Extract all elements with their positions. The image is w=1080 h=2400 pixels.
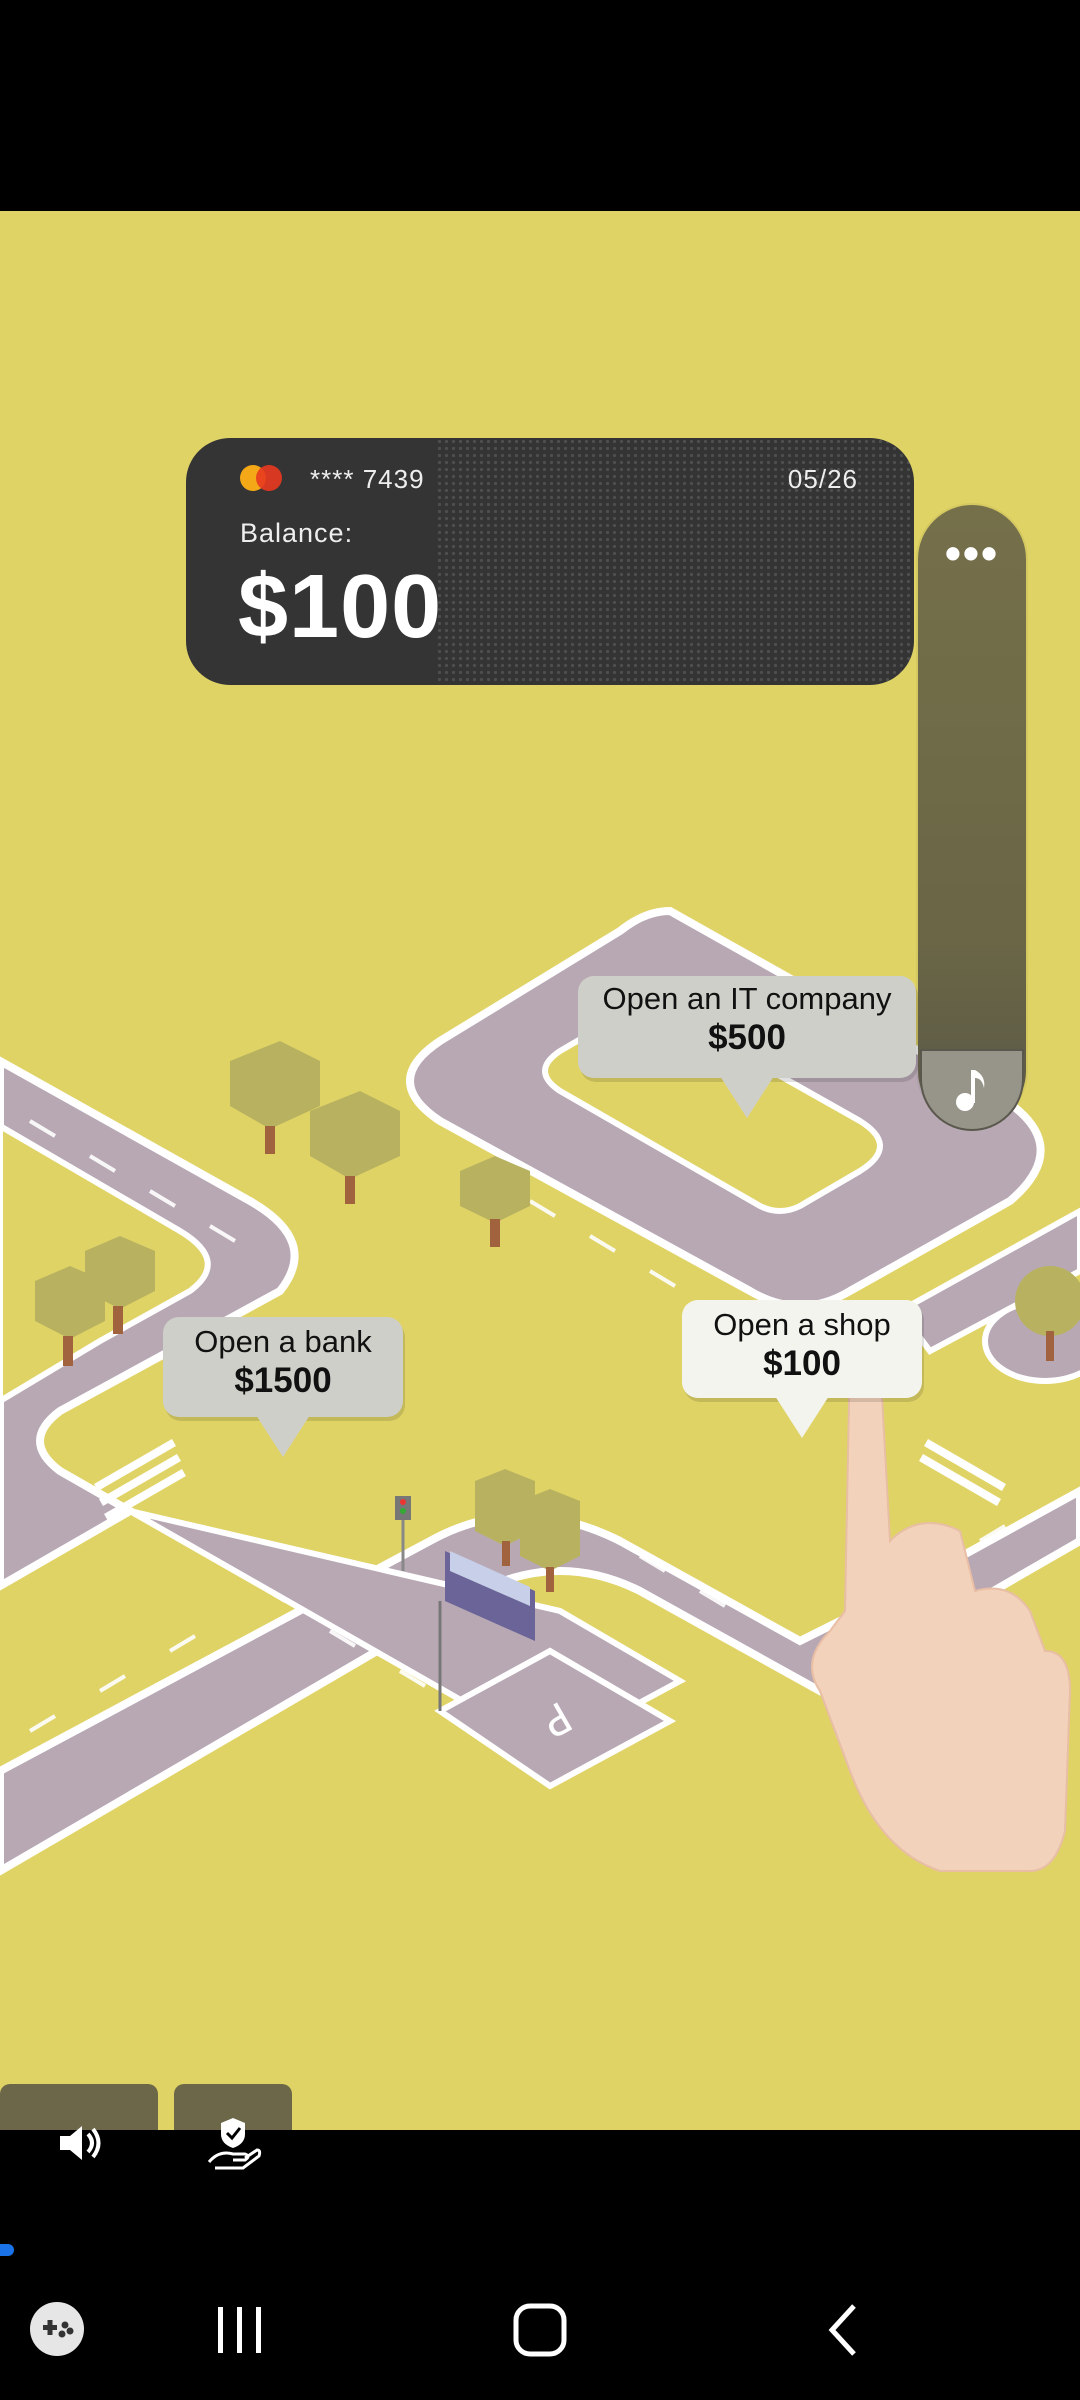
shield-hand-icon[interactable] [203, 2114, 263, 2174]
balance-card: **** 7439 05/26 Balance: $100 [186, 438, 914, 685]
balance-label: Balance: [240, 518, 354, 548]
card-number: **** 7439 [310, 464, 425, 494]
it-company-title: Open an IT company [602, 981, 892, 1016]
game-area[interactable]: P **** 7439 05/26 Balance: $100 ••• Open… [0, 211, 1080, 2130]
home-button[interactable] [510, 2300, 570, 2360]
tree [230, 1041, 320, 1154]
gamepad-icon[interactable] [28, 2300, 86, 2358]
tree [460, 1156, 530, 1247]
bank-price: $1500 [234, 1361, 332, 1400]
balance-value: $100 [238, 557, 443, 657]
open-shop-button[interactable]: Open a shop $100 [682, 1300, 922, 1438]
tree [310, 1091, 400, 1204]
side-panel: ••• [918, 505, 1026, 1125]
speaker-icon[interactable] [52, 2118, 108, 2168]
recent-apps-button[interactable] [210, 2303, 268, 2357]
open-it-company-button[interactable]: Open an IT company $500 [578, 976, 916, 1118]
hand-pointer [811, 1342, 1072, 1872]
more-options-button[interactable]: ••• [918, 530, 1026, 576]
music-note-icon [956, 1070, 985, 1111]
back-button[interactable] [818, 2300, 868, 2360]
shop-title: Open a shop [713, 1307, 891, 1342]
shop-price: $100 [763, 1344, 841, 1383]
bank-title: Open a bank [194, 1324, 372, 1359]
mastercard-icon [240, 465, 284, 491]
card-expiry: 05/26 [787, 464, 858, 494]
it-company-price: $500 [708, 1018, 786, 1057]
progress-indicator [0, 2244, 14, 2256]
open-bank-button[interactable]: Open a bank $1500 [163, 1317, 403, 1457]
